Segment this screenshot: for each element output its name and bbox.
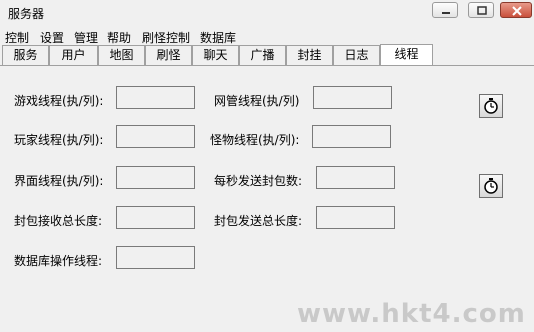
threads-panel: 游戏线程(执/列): 网管线程(执/列) 玩家线程(执/列): 怪物线程(执/列… [0, 65, 534, 332]
ui-threads-field [116, 166, 195, 189]
stopwatch-icon [484, 178, 498, 194]
tab-map[interactable]: 地图 [98, 45, 145, 65]
close-icon [512, 6, 522, 16]
watermark: www.hkt4.com [297, 299, 526, 329]
menu-bar: 控制 设置 管理 帮助 刷怪控制 数据库 [0, 28, 534, 46]
ui-threads-label: 界面线程(执/列): [14, 174, 104, 188]
db-threads-label: 数据库操作线程: [14, 254, 103, 268]
minimize-icon [442, 12, 450, 14]
timer-button-2[interactable] [479, 174, 503, 198]
send-total-len-label: 封包发送总长度: [214, 214, 303, 228]
game-threads-label: 游戏线程(执/列): [14, 94, 104, 108]
tab-log[interactable]: 日志 [333, 45, 380, 65]
stopwatch-icon [484, 98, 498, 114]
player-threads-label: 玩家线程(执/列): [14, 133, 104, 147]
tab-broadcast[interactable]: 广播 [239, 45, 286, 65]
packets-per-sec-field [316, 166, 395, 189]
close-button[interactable] [500, 2, 532, 18]
packets-per-sec-label: 每秒发送封包数: [214, 174, 303, 188]
monster-threads-field [312, 125, 391, 148]
menu-monster-control[interactable]: 刷怪控制 [142, 29, 190, 46]
tab-threads[interactable]: 线程 [380, 44, 433, 65]
timer-button-1[interactable] [479, 94, 503, 118]
menu-settings[interactable]: 设置 [40, 29, 64, 46]
send-total-len-field [316, 206, 395, 229]
player-threads-field [116, 125, 195, 148]
maximize-button[interactable] [468, 2, 494, 18]
menu-control[interactable]: 控制 [5, 29, 29, 46]
tab-monster-spawn[interactable]: 刷怪 [145, 45, 192, 65]
title-bar: 服务器 [0, 0, 534, 26]
game-threads-field [116, 86, 195, 109]
monster-threads-label: 怪物线程(执/列): [210, 133, 300, 147]
window-title: 服务器 [8, 7, 45, 21]
tab-chat[interactable]: 聊天 [192, 45, 239, 65]
maximize-icon [477, 6, 487, 15]
db-threads-field [116, 246, 195, 269]
recv-total-len-field [116, 206, 195, 229]
menu-help[interactable]: 帮助 [107, 29, 131, 46]
menu-manage[interactable]: 管理 [74, 29, 98, 46]
tab-service[interactable]: 服务 [2, 45, 49, 65]
tab-strip: 服务 用户 地图 刷怪 聊天 广播 封挂 日志 线程 [0, 44, 534, 66]
netmgr-threads-label: 网管线程(执/列) [214, 94, 300, 108]
tab-users[interactable]: 用户 [49, 45, 98, 65]
recv-total-len-label: 封包接收总长度: [14, 214, 103, 228]
tab-ban-cheat[interactable]: 封挂 [286, 45, 333, 65]
netmgr-threads-field [313, 86, 392, 109]
minimize-button[interactable] [432, 2, 458, 18]
menu-database[interactable]: 数据库 [200, 29, 236, 46]
